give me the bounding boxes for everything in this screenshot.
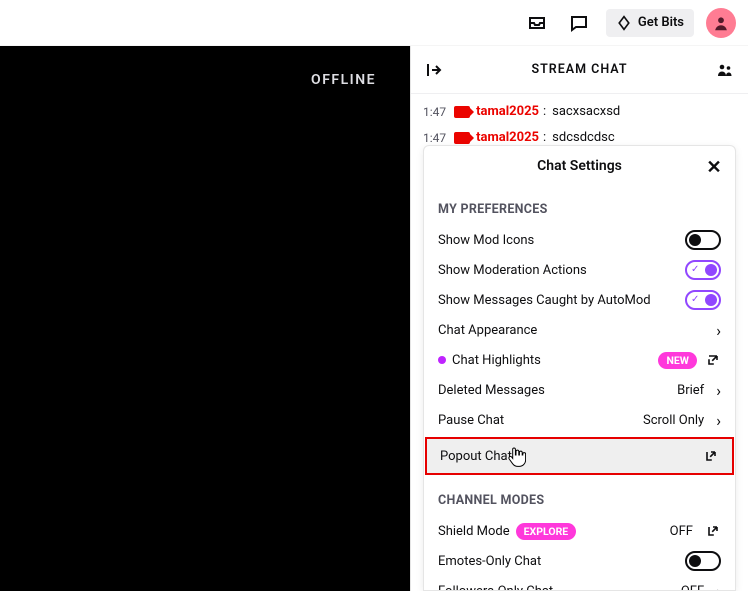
collapse-chat-icon[interactable] xyxy=(423,59,445,81)
row-chat-appearance[interactable]: Chat Appearance › xyxy=(438,315,721,345)
label-popout-chat: Popout Chat xyxy=(440,449,512,464)
label-shield-mode: Shield Mode xyxy=(438,524,510,539)
label-chat-highlights: Chat Highlights xyxy=(452,353,541,368)
chat-settings-panel: Chat Settings ✕ MY PREFERENCES Show Mod … xyxy=(423,145,736,591)
popout-icon xyxy=(703,448,719,464)
value-followers-only: OFF xyxy=(681,584,704,590)
dot-indicator-icon xyxy=(438,356,446,364)
label-pause-chat: Pause Chat xyxy=(438,413,504,428)
top-bar: Get Bits xyxy=(0,0,748,46)
broadcaster-badge-icon xyxy=(454,132,470,144)
chevron-right-icon: › xyxy=(716,582,721,590)
toggle-show-mod-icons[interactable] xyxy=(685,230,721,250)
popout-icon xyxy=(705,523,721,539)
user-avatar[interactable] xyxy=(706,8,736,38)
row-emotes-only: Emotes-Only Chat xyxy=(438,546,721,576)
new-badge: NEW xyxy=(658,352,697,369)
row-deleted-messages[interactable]: Deleted Messages Brief › xyxy=(438,375,721,405)
label-show-moderation-actions: Show Moderation Actions xyxy=(438,263,587,278)
video-player: OFFLINE xyxy=(0,46,410,591)
row-shield-mode[interactable]: Shield Mode EXPLORE OFF xyxy=(438,516,721,546)
chat-column: STREAM CHAT 1:47 tamal2025: sacxsacxsd 1… xyxy=(410,46,748,591)
row-pause-chat[interactable]: Pause Chat Scroll Only › xyxy=(438,405,721,435)
explore-badge: EXPLORE xyxy=(516,523,577,540)
row-followers-only[interactable]: Followers-Only Chat OFF › xyxy=(438,576,721,590)
chevron-right-icon: › xyxy=(716,381,721,400)
row-popout-chat[interactable]: Popout Chat xyxy=(425,437,734,475)
chat-header: STREAM CHAT xyxy=(411,46,748,94)
chevron-right-icon: › xyxy=(716,411,721,430)
row-chat-highlights[interactable]: Chat Highlights NEW xyxy=(438,345,721,375)
get-bits-button[interactable]: Get Bits xyxy=(606,9,694,37)
popout-icon xyxy=(705,352,721,368)
toggle-emotes-only[interactable] xyxy=(685,551,721,571)
user-icon xyxy=(712,14,730,32)
label-show-mod-icons: Show Mod Icons xyxy=(438,233,534,248)
row-show-automod: Show Messages Caught by AutoMod ✓ xyxy=(438,285,721,315)
label-deleted-messages: Deleted Messages xyxy=(438,383,545,398)
chat-header-title: STREAM CHAT xyxy=(445,62,714,77)
chat-message: 1:47 tamal2025: sacxsacxsd xyxy=(423,102,736,122)
value-pause-chat: Scroll Only xyxy=(643,413,704,428)
panel-header: Chat Settings ✕ xyxy=(424,146,735,186)
panel-title: Chat Settings xyxy=(537,158,622,174)
close-icon[interactable]: ✕ xyxy=(703,156,725,178)
message-text: sacxsacxsd xyxy=(552,102,620,122)
bits-icon xyxy=(616,15,632,31)
toggle-show-automod[interactable]: ✓ xyxy=(685,290,721,310)
label-show-automod: Show Messages Caught by AutoMod xyxy=(438,293,651,308)
broadcaster-badge-icon xyxy=(454,106,470,118)
offline-status: OFFLINE xyxy=(311,72,376,88)
value-shield-mode: OFF xyxy=(670,524,693,539)
whispers-icon[interactable] xyxy=(564,8,594,38)
section-my-preferences: MY PREFERENCES xyxy=(438,202,721,217)
row-show-mod-icons: Show Mod Icons xyxy=(438,225,721,255)
get-bits-label: Get Bits xyxy=(638,15,684,30)
label-chat-appearance: Chat Appearance xyxy=(438,323,537,338)
value-deleted-messages: Brief xyxy=(677,383,704,398)
label-emotes-only: Emotes-Only Chat xyxy=(438,554,541,569)
row-show-moderation-actions: Show Moderation Actions ✓ xyxy=(438,255,721,285)
chevron-right-icon: › xyxy=(716,321,721,340)
toggle-show-moderation-actions[interactable]: ✓ xyxy=(685,260,721,280)
message-username[interactable]: tamal2025 xyxy=(476,102,539,122)
community-icon[interactable] xyxy=(714,59,736,81)
label-followers-only: Followers-Only Chat xyxy=(438,584,553,590)
inbox-icon[interactable] xyxy=(522,8,552,38)
section-channel-modes: CHANNEL MODES xyxy=(438,493,721,508)
message-time: 1:47 xyxy=(423,102,446,122)
